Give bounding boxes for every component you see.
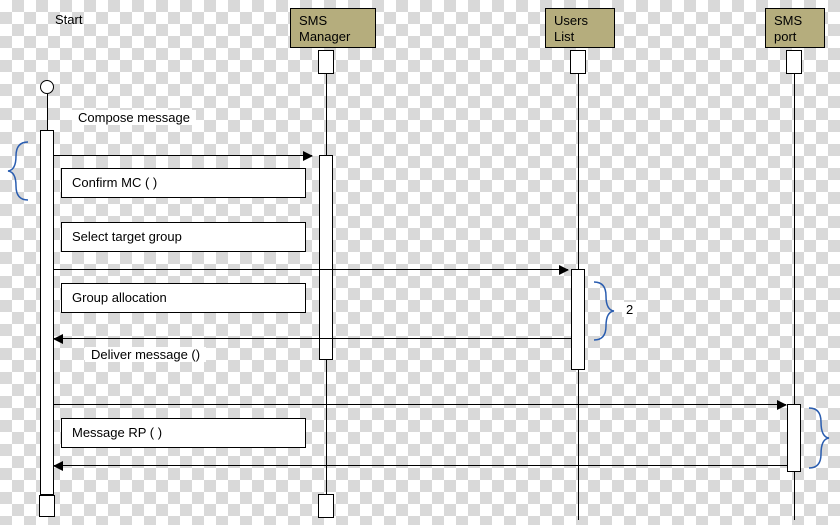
arrow-message-rp-return [54, 465, 787, 466]
lifeline-sms-manager: SMS Manager [290, 8, 376, 48]
activation-actor [40, 130, 54, 495]
message-label: Confirm MC ( ) [72, 175, 157, 190]
message-rp: Message RP ( ) [61, 418, 306, 448]
actor-stem [47, 94, 48, 130]
activation-users-list [571, 269, 585, 370]
message-confirm-mc: Confirm MC ( ) [61, 168, 306, 198]
activation-sms-port [787, 404, 801, 472]
arrow-group-allocation-return [54, 338, 571, 339]
lifeline-line-users-list-lower [578, 370, 579, 520]
lifeline-head-rect [786, 50, 802, 74]
lifeline-foot-rect [39, 495, 55, 517]
lifeline-line-sms-port-upper [794, 74, 795, 404]
brace-icon [590, 280, 618, 342]
lifeline-line-users-list-upper [578, 74, 579, 269]
lifeline-sms-port: SMS port [765, 8, 825, 48]
message-deliver: Deliver message () [85, 347, 206, 362]
lifeline-head-rect [318, 50, 334, 74]
activation-sms-manager [319, 155, 333, 360]
message-compose: Compose message [72, 110, 196, 125]
brace-icon [805, 406, 831, 470]
message-label: Group allocation [72, 290, 167, 305]
annotation-two: 2 [622, 302, 637, 317]
brace-icon [6, 140, 34, 202]
lifeline-users-list: Users List [545, 8, 615, 48]
message-label: Select target group [72, 229, 182, 244]
lifeline-label: Users List [554, 13, 588, 44]
arrow-compose [54, 155, 312, 156]
message-select-target: Select target group [61, 222, 306, 252]
actor-head [40, 80, 54, 94]
lifeline-label: SMS port [774, 13, 802, 44]
start-label: Start [55, 12, 82, 27]
arrow-deliver [54, 404, 786, 405]
lifeline-head-rect [570, 50, 586, 74]
arrow-select-target [54, 269, 568, 270]
message-group-allocation: Group allocation [61, 283, 306, 313]
lifeline-foot-rect [318, 494, 334, 518]
lifeline-label: SMS Manager [299, 13, 350, 44]
message-label: Message RP ( ) [72, 425, 162, 440]
lifeline-line-sms-port-lower [794, 472, 795, 520]
